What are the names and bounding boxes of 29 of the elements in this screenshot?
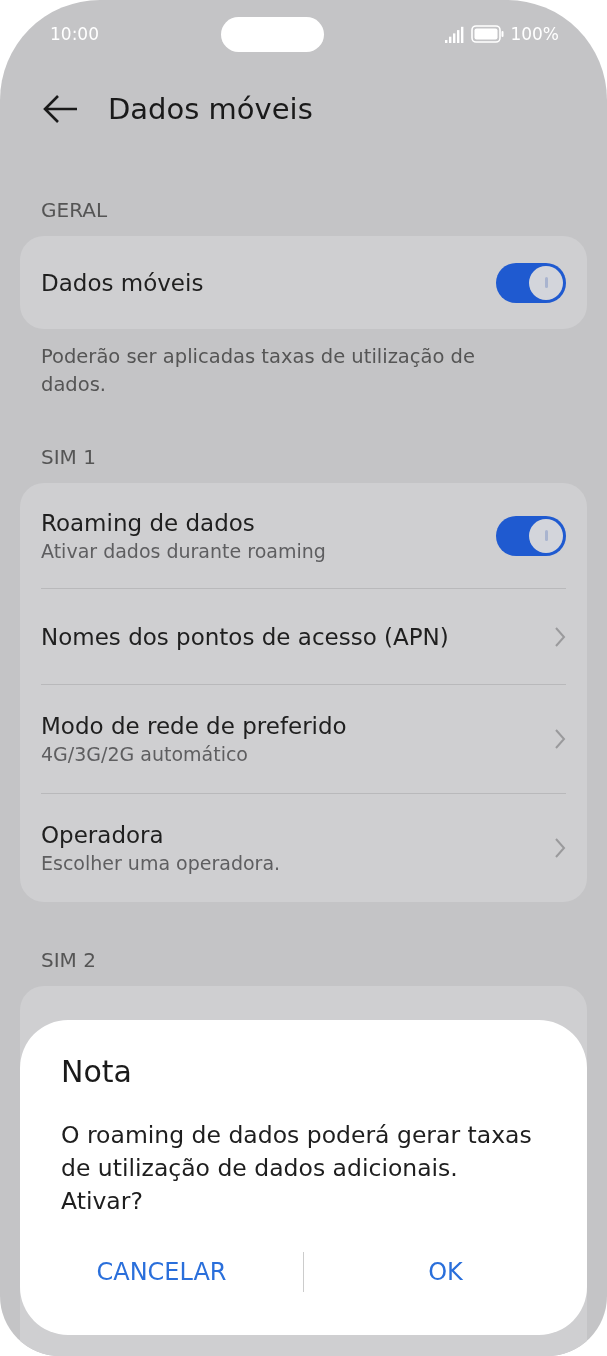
cancel-button[interactable]: CANCELAR (20, 1248, 303, 1296)
toggle-switch[interactable] (496, 515, 566, 556)
setting-title[interactable]: Dados móveis (41, 269, 486, 296)
signal-icon (445, 25, 466, 43)
setting-title[interactable]: Roaming de dados (41, 509, 486, 536)
status-time: 10:00 (50, 24, 99, 44)
battery-icon (471, 25, 505, 43)
info-note: Poderão ser aplicadas taxas de utilização de dados. (40, 344, 476, 398)
toggle-switch[interactable] (496, 262, 566, 303)
section-heading: GERAL (40, 197, 109, 222)
chevron-right-icon (554, 728, 566, 750)
dialog-message: O roaming de dados poderá gerar taxas de utilização de dados adicionais. Ativar? (61, 1120, 533, 1217)
setting-subtitle: Escolher uma operadora. (41, 852, 282, 874)
page-title: Dados móveis (108, 92, 313, 126)
setting-title[interactable]: Operadora (41, 822, 544, 848)
battery-percentage: 100% (510, 24, 559, 44)
chevron-right-icon (554, 837, 566, 859)
toggle-knob (529, 265, 563, 300)
setting-title[interactable]: Nomes dos pontos de acesso (APN) (41, 623, 544, 650)
back-arrow-icon[interactable] (42, 94, 78, 124)
setting-title[interactable]: Modo de rede de preferido (41, 713, 544, 739)
setting-subtitle: Ativar dados durante roaming (41, 539, 327, 562)
ok-button[interactable]: OK (304, 1248, 587, 1296)
chevron-right-icon (554, 625, 566, 648)
setting-subtitle: 4G/3G/2G automático (41, 743, 249, 765)
section-heading: SIM 2 (40, 947, 97, 972)
section-heading: SIM 1 (40, 444, 97, 469)
toggle-knob (529, 518, 563, 553)
dialog-title: Nota (61, 1054, 133, 1089)
